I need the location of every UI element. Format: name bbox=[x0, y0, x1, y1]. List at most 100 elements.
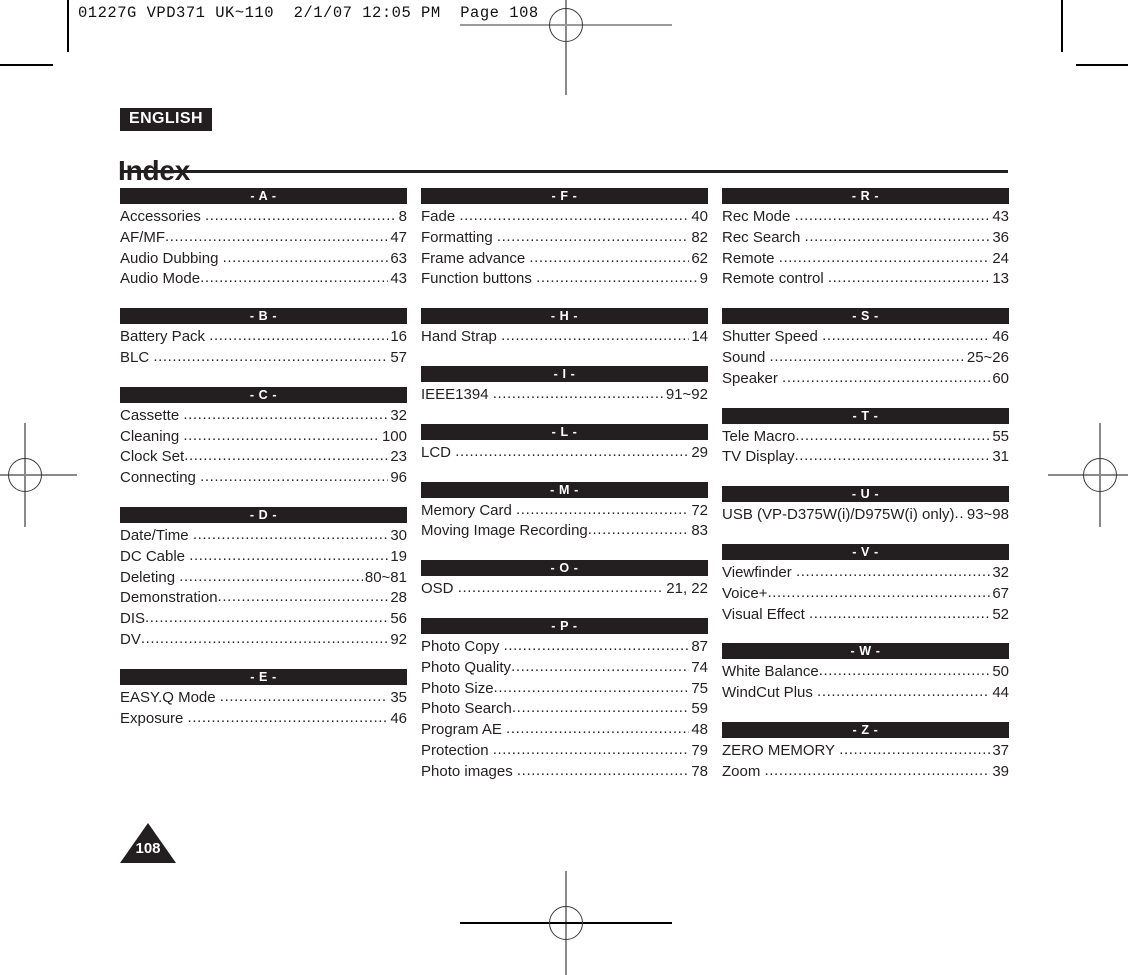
index-entry[interactable]: Connecting 96 bbox=[120, 468, 407, 489]
index-entry-page-number: 8 bbox=[398, 208, 407, 225]
index-entry-label: Formatting bbox=[421, 228, 493, 246]
section-letter-bar: - E - bbox=[120, 668, 407, 685]
section-letter-bar: - B - bbox=[120, 308, 407, 325]
index-entry-label: Function buttons bbox=[421, 270, 532, 288]
index-entry-page-number: 87 bbox=[691, 637, 708, 655]
index-entry-page-number: 9 bbox=[699, 270, 708, 288]
index-entry[interactable]: Photo Quality 74 bbox=[421, 658, 708, 679]
index-entry[interactable]: Demonstration 28 bbox=[120, 588, 407, 609]
section-letter-bar: - A - bbox=[120, 188, 407, 204]
index-section: - O - OSD 21, 22 bbox=[421, 560, 708, 600]
index-entry-label: DC Cable bbox=[120, 547, 186, 565]
leader-dots bbox=[512, 699, 689, 719]
index-entry[interactable]: Photo Search 59 bbox=[421, 699, 708, 720]
index-entry[interactable]: Visual Effect 52 bbox=[722, 605, 1009, 626]
index-entry-label: Zoom bbox=[722, 762, 761, 780]
index-entry[interactable]: Battery Pack 16 bbox=[120, 327, 407, 348]
leader-dots bbox=[782, 369, 990, 389]
leader-dots bbox=[795, 447, 991, 467]
index-entry[interactable]: Rec Mode 43 bbox=[722, 207, 1009, 228]
index-entry[interactable]: Deleting 80~81 bbox=[120, 568, 407, 589]
index-entry[interactable]: Moving Image Recording 83 bbox=[421, 521, 708, 542]
page-number: 108 bbox=[135, 840, 161, 857]
index-entry-label: White Balance bbox=[722, 663, 819, 681]
index-entry-page-number: 59 bbox=[691, 700, 708, 718]
index-entry-page-number: 48 bbox=[691, 721, 708, 739]
column-left: - A - Accessories8AF/MF47Audio Dubbing63A… bbox=[120, 188, 407, 783]
index-entry-label: Audio Mode bbox=[120, 270, 201, 288]
index-entry[interactable]: Accessories 8 bbox=[120, 207, 407, 228]
index-entry[interactable]: Remote 24 bbox=[722, 249, 1009, 270]
index-entry[interactable]: Clock Set 23 bbox=[120, 447, 407, 468]
index-entry-page-number: 21, 22 bbox=[666, 580, 708, 598]
leader-dots bbox=[536, 269, 698, 289]
index-entry-label: IEEE1394 bbox=[421, 385, 489, 403]
index-entry[interactable]: Date/Time 30 bbox=[120, 526, 407, 547]
index-entry[interactable]: Program AE 48 bbox=[421, 720, 708, 741]
index-section: - H - Hand Strap 14 bbox=[421, 308, 708, 348]
index-columns: - A - Accessories8AF/MF47Audio Dubbing63A… bbox=[120, 188, 1009, 783]
section-letter-bar: - W - bbox=[722, 643, 1009, 660]
index-section: - B - Battery Pack 16 BLC 57 bbox=[120, 308, 407, 369]
index-entry[interactable]: DC Cable 19 bbox=[120, 547, 407, 568]
index-entry[interactable]: Cleaning 100 bbox=[120, 427, 407, 448]
index-entry[interactable]: Frame advance 62 bbox=[421, 249, 708, 270]
index-entry[interactable]: USB (VP-D375W(i)/D975W(i) only) 93~98 bbox=[722, 505, 1009, 526]
index-entry[interactable]: DIS 56 bbox=[120, 609, 407, 630]
index-entry[interactable]: Photo images 78 bbox=[421, 762, 708, 783]
index-entry[interactable]: White Balance 50 bbox=[722, 662, 1009, 683]
index-entry[interactable]: Photo Size 75 bbox=[421, 679, 708, 700]
index-entry[interactable]: TV Display 31 bbox=[722, 447, 1009, 468]
index-entry[interactable]: Voice+ 67 bbox=[722, 584, 1009, 605]
section-letter-bar: - T - bbox=[722, 407, 1009, 424]
index-entry[interactable]: AF/MF 47 bbox=[120, 228, 407, 249]
index-entry-page-number: 14 bbox=[691, 328, 708, 346]
index-entry[interactable]: Viewfinder 32 bbox=[722, 563, 1009, 584]
index-entry[interactable]: Rec Search 36 bbox=[722, 228, 1009, 249]
index-entry[interactable]: Hand Strap 14 bbox=[421, 327, 708, 348]
index-entry[interactable]: EASY.Q Mode 35 bbox=[120, 688, 407, 709]
index-entry[interactable]: Fade 40 bbox=[421, 207, 708, 228]
index-entry[interactable]: Photo Copy 87 bbox=[421, 637, 708, 658]
index-entry[interactable]: Sound 25~26 bbox=[722, 348, 1009, 369]
leader-dots bbox=[817, 683, 990, 703]
index-entry[interactable]: Cassette 32 bbox=[120, 406, 407, 427]
index-entry-page-number: 43 bbox=[992, 208, 1009, 225]
index-entry[interactable]: Formatting 82 bbox=[421, 228, 708, 249]
index-entry[interactable]: DV 92 bbox=[120, 630, 407, 651]
leader-dots bbox=[459, 207, 689, 227]
index-entry[interactable]: OSD 21, 22 bbox=[421, 579, 708, 600]
index-entry-page-number: 47 bbox=[390, 228, 407, 246]
index-entry[interactable]: ZERO MEMORY 37 bbox=[722, 741, 1009, 762]
index-entry[interactable]: Zoom 39 bbox=[722, 762, 1009, 783]
index-entry[interactable]: Shutter Speed 46 bbox=[722, 327, 1009, 348]
index-entry[interactable]: Function buttons 9 bbox=[421, 269, 708, 290]
index-entry[interactable]: Tele Macro 55 bbox=[722, 427, 1009, 448]
index-entry-page-number: 67 bbox=[992, 584, 1009, 602]
index-entry-label: Rec Mode bbox=[722, 208, 791, 225]
index-entry-label: Photo Quality bbox=[421, 658, 512, 676]
index-entry[interactable]: WindCut Plus 44 bbox=[722, 683, 1009, 704]
index-entry[interactable]: LCD 29 bbox=[421, 443, 708, 464]
index-entry-page-number: 52 bbox=[992, 605, 1009, 623]
index-entry[interactable]: BLC 57 bbox=[120, 348, 407, 369]
index-entry[interactable]: Protection 79 bbox=[421, 741, 708, 762]
index-entry-page-number: 78 bbox=[691, 762, 708, 780]
index-entry[interactable]: Audio Dubbing 63 bbox=[120, 249, 407, 270]
index-entry[interactable]: Memory Card 72 bbox=[421, 501, 708, 522]
index-entry[interactable]: Audio Mode 43 bbox=[120, 269, 407, 290]
index-entry-label: Frame advance bbox=[421, 249, 526, 267]
index-entry[interactable]: Speaker 60 bbox=[722, 369, 1009, 390]
index-entry-label: BLC bbox=[120, 348, 150, 366]
index-entry[interactable]: IEEE1394 91~92 bbox=[421, 385, 708, 406]
index-entry-page-number: 56 bbox=[390, 610, 407, 628]
index-entry-label: Photo Copy bbox=[421, 637, 500, 655]
index-section: - W - White Balance 50 WindCut Plus 44 bbox=[722, 643, 1009, 704]
index-entry[interactable]: Exposure 46 bbox=[120, 709, 407, 730]
index-entry[interactable]: Remote control 13 bbox=[722, 269, 1009, 290]
leader-dots bbox=[588, 521, 690, 541]
leader-dots bbox=[516, 501, 689, 521]
leader-dots bbox=[779, 249, 991, 269]
leader-dots bbox=[220, 688, 389, 708]
index-entry-page-number: 35 bbox=[390, 688, 407, 706]
